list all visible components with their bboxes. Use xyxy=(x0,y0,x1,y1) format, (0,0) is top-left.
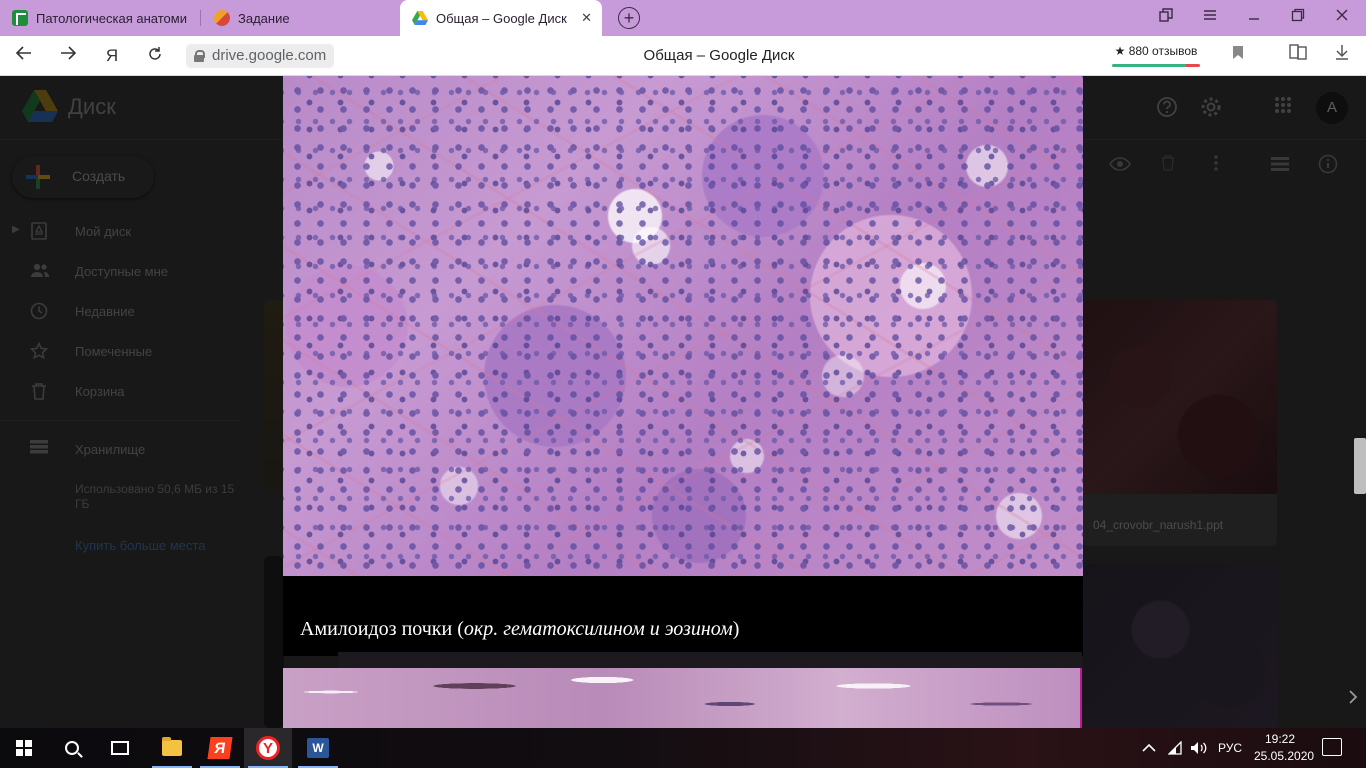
task-view-icon xyxy=(111,741,129,755)
next-slide-header-strip xyxy=(338,652,1082,668)
address-bar: Я drive.google.com Общая – Google Диск ★… xyxy=(0,36,1366,76)
google-drive-icon xyxy=(412,10,428,26)
yandex-browser-icon: Y xyxy=(256,736,280,760)
taskbar-yandex[interactable]: Я xyxy=(196,728,244,768)
next-page-chevron-icon[interactable] xyxy=(1348,690,1358,707)
cell-nuclei xyxy=(283,76,1083,576)
task-view-button[interactable] xyxy=(96,728,144,768)
restore-icon[interactable] xyxy=(1288,8,1308,25)
downloads-icon[interactable] xyxy=(1330,44,1354,68)
browser-tab-strip: Патологическая анатоми Задание Общая – G… xyxy=(0,0,1366,36)
word-icon: W xyxy=(307,738,329,758)
url-field[interactable]: drive.google.com xyxy=(186,44,335,68)
slide-caption-band xyxy=(283,576,1083,656)
caption-italic: окр. гематоксилином и эозином xyxy=(463,618,733,640)
slide-caption: Амилоидоз почки (окр. гематоксилином и э… xyxy=(300,618,739,641)
search-icon xyxy=(65,741,79,755)
tabs-overview-icon[interactable] xyxy=(1156,8,1176,25)
minimize-icon[interactable] xyxy=(1244,8,1264,24)
tab-assignment[interactable]: Задание xyxy=(202,0,400,36)
tab-label: Патологическая анатоми xyxy=(36,10,187,26)
new-tab-button[interactable]: + xyxy=(618,7,640,29)
back-arrow-icon[interactable] xyxy=(12,44,36,68)
viewer-scrollbar-thumb[interactable] xyxy=(1354,438,1366,494)
system-clock[interactable]: 19:22 25.05.2020 xyxy=(1254,731,1315,765)
tab-pathological-anatomy[interactable]: Патологическая анатоми xyxy=(0,0,200,36)
forward-arrow-icon[interactable] xyxy=(56,44,80,68)
page-title: Общая – Google Диск xyxy=(643,47,795,64)
network-icon[interactable] xyxy=(1168,728,1184,768)
yandex-icon: Я xyxy=(207,737,233,759)
reviews-badge[interactable]: ★ 880 отзывов xyxy=(1110,42,1202,70)
sheets-icon xyxy=(12,10,28,26)
volume-icon[interactable] xyxy=(1190,728,1208,768)
caption-end: ) xyxy=(732,618,740,640)
taskbar-file-explorer[interactable] xyxy=(148,728,196,768)
tab-label: Общая – Google Диск xyxy=(436,10,567,26)
menu-icon[interactable] xyxy=(1200,8,1220,24)
slide-edge-accent xyxy=(1080,668,1082,728)
bookmarks-panel-icon[interactable] xyxy=(1286,44,1310,68)
taskbar-word[interactable]: W xyxy=(294,728,342,768)
start-button[interactable] xyxy=(0,728,48,768)
tab-label: Задание xyxy=(238,10,290,26)
clock-date: 25.05.2020 xyxy=(1254,749,1315,763)
viewer-scrollbar[interactable] xyxy=(1353,76,1366,728)
lock-icon xyxy=(194,50,205,62)
clock-time: 19:22 xyxy=(1264,732,1296,746)
tab-separator xyxy=(200,10,201,26)
reviews-count: ★ 880 отзывов xyxy=(1114,44,1198,58)
taskbar-yandex-browser[interactable]: Y xyxy=(244,728,292,768)
windows-logo-icon xyxy=(16,740,32,756)
notifications-icon[interactable] xyxy=(1322,738,1342,756)
next-histology-slide-image xyxy=(283,668,1081,728)
reviews-rating-bar xyxy=(1112,64,1200,67)
site-favicon-icon xyxy=(214,10,230,26)
folder-icon xyxy=(162,737,182,756)
close-window-icon[interactable] xyxy=(1332,8,1352,25)
tab-google-drive[interactable]: Общая – Google Диск ✕ xyxy=(400,0,602,36)
reload-icon[interactable] xyxy=(143,44,167,68)
histology-slide-image xyxy=(283,76,1083,576)
url-text: drive.google.com xyxy=(212,47,327,64)
tray-chevron-icon[interactable] xyxy=(1142,728,1156,768)
caption-main: Амилоидоз почки ( xyxy=(300,618,464,640)
close-tab-icon[interactable]: ✕ xyxy=(581,10,592,26)
search-button[interactable] xyxy=(48,728,96,768)
input-language-indicator[interactable]: РУС xyxy=(1218,728,1242,768)
yandex-logo-icon[interactable]: Я xyxy=(100,44,124,68)
windows-taskbar: Я Y W РУС 19:22 25.05.2020 xyxy=(0,728,1366,768)
bookmark-icon[interactable] xyxy=(1226,44,1250,68)
